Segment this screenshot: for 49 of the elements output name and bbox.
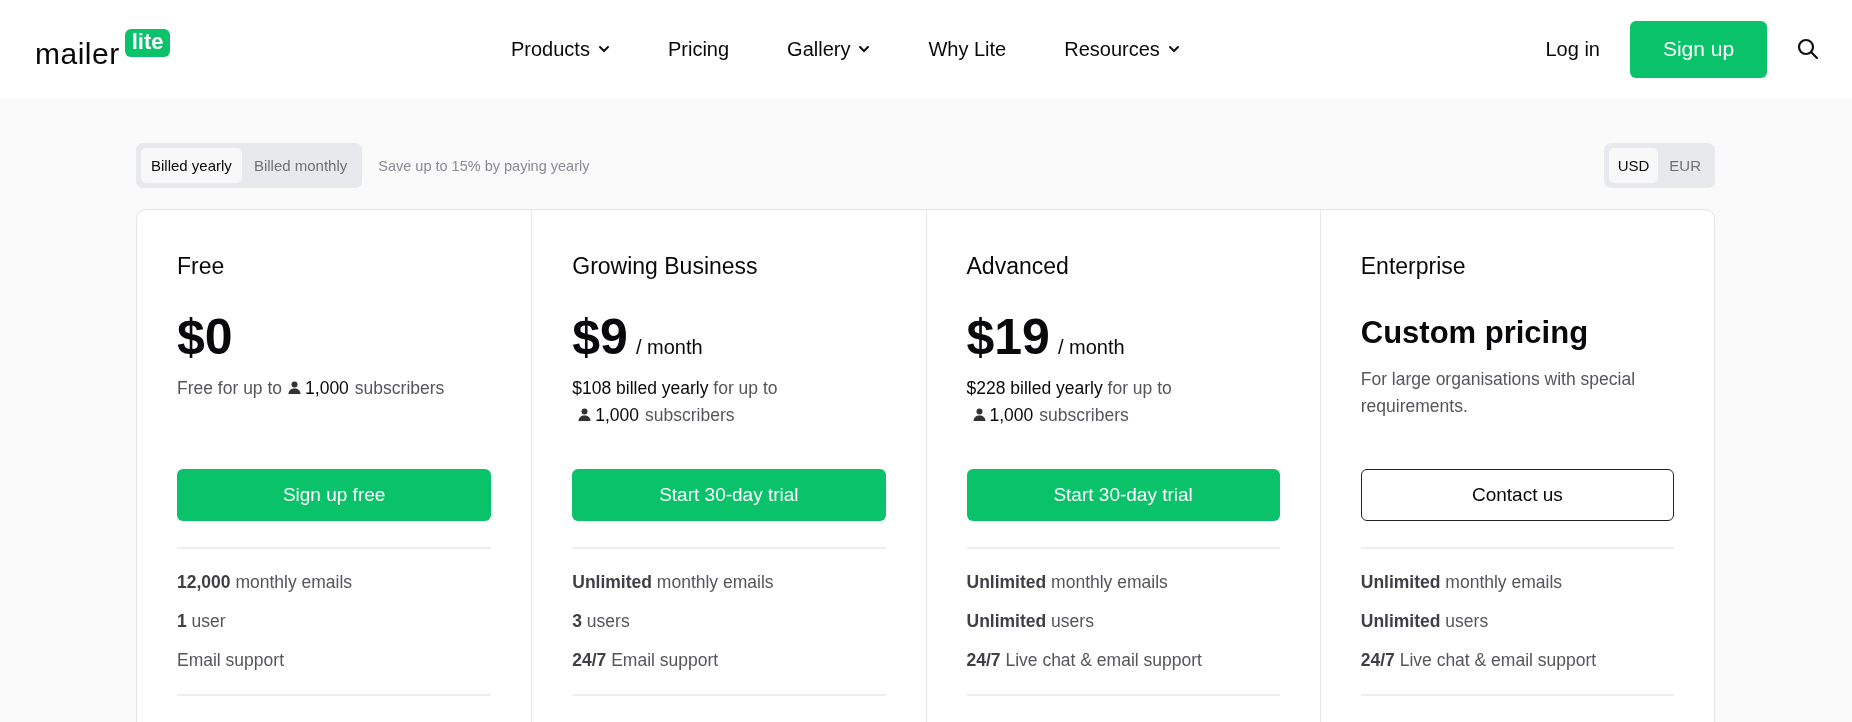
plan-price: Custom pricing: [1360, 316, 1590, 351]
billing-option[interactable]: Billed yearly: [141, 148, 242, 183]
plan-name: Advanced: [966, 253, 1070, 280]
feature-item: 3 users: [572, 610, 631, 633]
currency-option[interactable]: USD: [1608, 148, 1659, 183]
savings-note: Save up to 15% by paying yearly: [378, 157, 590, 174]
feature-item: Unlimited monthly emails: [572, 571, 775, 594]
plan-note: $228 billed yearly for up to: [966, 378, 1172, 398]
feature-item: Email support: [177, 649, 285, 672]
plan-note: For large organisations with special requirements.: [1360, 369, 1636, 417]
feature-item: Unlimited users: [966, 610, 1095, 633]
feature-item: Unlimited users: [1360, 610, 1490, 633]
price-period: / month: [1057, 336, 1125, 359]
nav-link[interactable]: Why Lite: [928, 37, 1007, 61]
nav-link[interactable]: Products: [511, 37, 610, 61]
plan-price: $9: [572, 310, 628, 365]
feature-item: Unlimited monthly emails: [1360, 571, 1564, 594]
person-icon: [288, 381, 302, 394]
feature-item: 24/7 Live chat & email support: [966, 649, 1203, 672]
subscriber-label: subscribers: [645, 405, 735, 425]
nav-link[interactable]: Gallery: [787, 37, 871, 61]
plan-price: $0: [177, 310, 233, 365]
plan-name: Growing Business: [572, 253, 759, 280]
plan-price: $19: [966, 310, 1050, 365]
subscriber-count: 1,000: [989, 405, 1034, 425]
person-icon: [972, 408, 986, 421]
plan-cta-button[interactable]: Contact us: [1360, 469, 1674, 521]
plan-name: Free: [177, 253, 226, 280]
feature-item: 12,000 monthly emails: [177, 571, 354, 594]
nav-link[interactable]: Resources: [1064, 37, 1180, 61]
subscriber-count: 1,000: [595, 405, 640, 425]
feature-item: Unlimited monthly emails: [966, 571, 1169, 594]
subscriber-label: subscribers: [354, 378, 445, 398]
billing-option[interactable]: Billed monthly: [243, 148, 358, 183]
plan-name: Enterprise: [1360, 253, 1467, 280]
currency-option[interactable]: EUR: [1660, 148, 1710, 183]
price-period: / month: [635, 336, 703, 359]
subscriber-label: subscribers: [1039, 405, 1129, 425]
plan-note: Free for up to: [177, 378, 283, 398]
login-link[interactable]: Log in: [1545, 37, 1600, 61]
plan-note: $108 billed yearly for up to: [572, 378, 778, 398]
nav-link[interactable]: Pricing: [667, 37, 730, 61]
search-icon[interactable]: [1797, 38, 1819, 60]
logo-wordmark[interactable]: mailer: [35, 39, 120, 69]
subscriber-count: 1,000: [305, 378, 349, 398]
feature-item: 24/7 Live chat & email support: [1360, 649, 1598, 672]
feature-item: 1 user: [177, 610, 227, 633]
person-icon: [578, 408, 592, 421]
feature-item: 24/7 Email support: [572, 649, 720, 672]
